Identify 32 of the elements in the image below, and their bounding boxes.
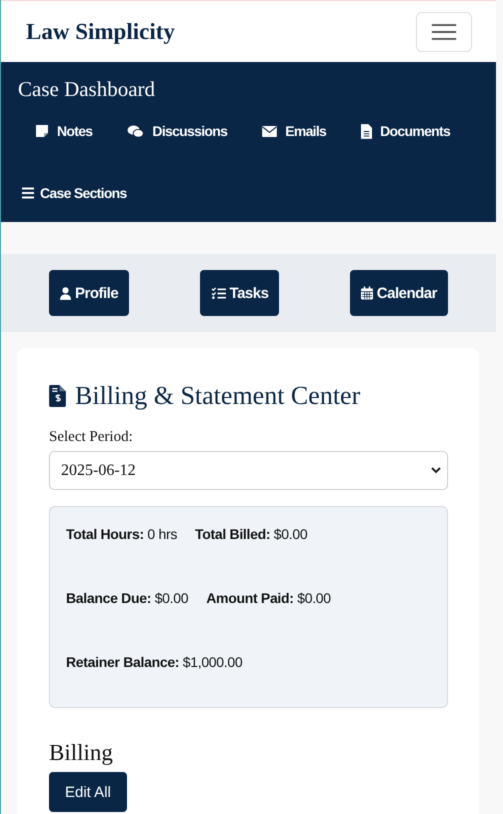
- nav-link[interactable]: Emails: [245, 111, 344, 151]
- edit-all-button[interactable]: Edit All: [49, 772, 127, 812]
- menu-button[interactable]: [416, 12, 472, 52]
- nav-link[interactable]: Documents: [344, 111, 468, 151]
- summary-stat: Retainer Balance: $1,000.00: [66, 654, 242, 672]
- note-icon: [35, 124, 49, 138]
- user-icon: [60, 286, 71, 300]
- file-icon: [361, 124, 372, 138]
- section-title: Billing & Statement Center: [75, 381, 360, 411]
- action-button[interactable]: Tasks: [200, 270, 280, 316]
- brand-link[interactable]: Law Simplicity: [26, 18, 175, 44]
- envelope-icon: [262, 126, 278, 136]
- field-label: Select Period:: [49, 429, 134, 446]
- nav-link[interactable]: Discussions: [110, 111, 244, 151]
- caret-icon: [431, 467, 441, 474]
- calendar-icon: [360, 286, 373, 300]
- section-title: Billing: [49, 740, 114, 766]
- summary-stat: Total Billed: $0.00: [195, 526, 308, 544]
- summary-stat: Total Hours: 0 hrs: [66, 526, 178, 544]
- menu-icon: [22, 187, 34, 199]
- action-button[interactable]: Profile: [49, 270, 130, 316]
- summary-stat: Amount Paid: $0.00: [206, 590, 331, 608]
- dashboard-title: Case Dashboard: [18, 76, 156, 102]
- comments-icon: [127, 124, 144, 138]
- nav-link[interactable]: Case Sections: [18, 173, 144, 213]
- menu-icon: [431, 22, 457, 42]
- summary-stat: Balance Due: $0.00: [66, 590, 188, 608]
- checklist-icon: [210, 286, 226, 300]
- period-select[interactable]: 2025-06-12: [49, 451, 448, 490]
- invoice-icon: [49, 385, 66, 407]
- action-button[interactable]: Calendar: [350, 270, 448, 316]
- nav-link[interactable]: Notes: [18, 111, 110, 151]
